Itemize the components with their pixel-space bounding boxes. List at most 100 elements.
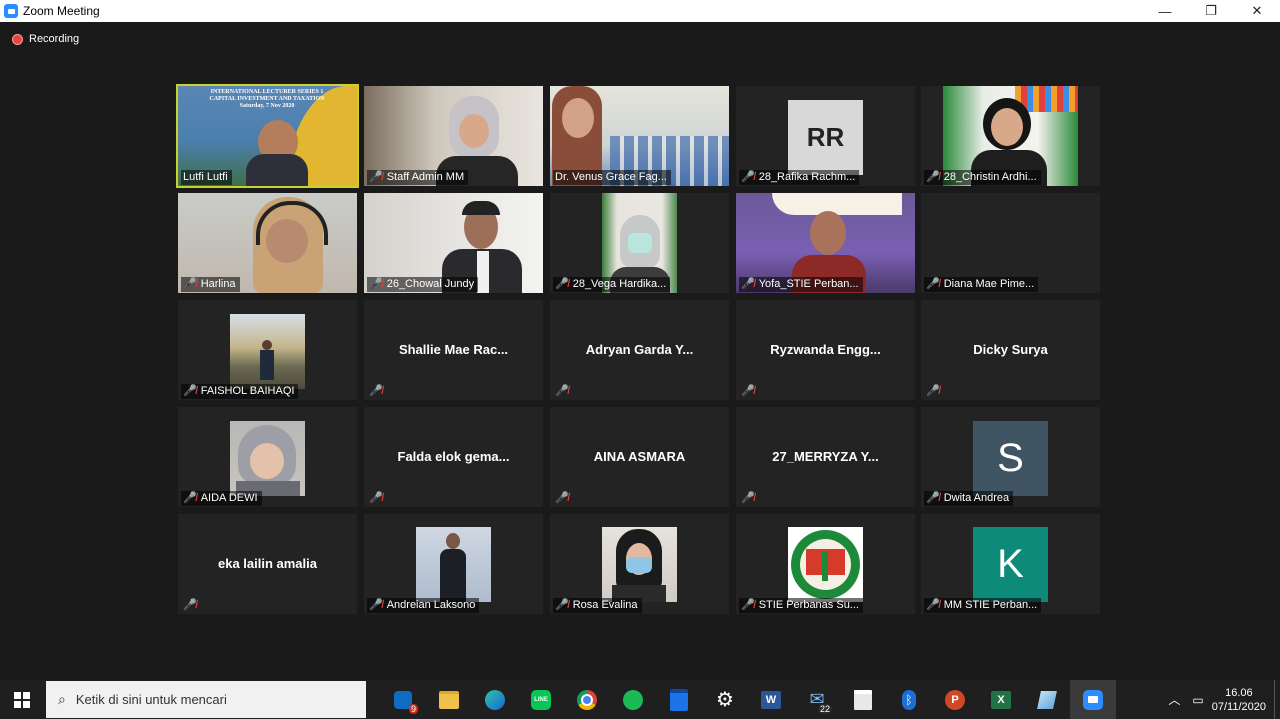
participant-tile[interactable]: Dicky Surya 🎤̸ bbox=[921, 300, 1100, 400]
participant-tile[interactable]: 🎤̸ 28_Christin Ardhi... bbox=[921, 86, 1100, 186]
participant-status: 🎤̸ bbox=[739, 384, 763, 399]
participant-tile[interactable]: 🎤̸ 28_Vega Hardika... bbox=[550, 193, 729, 293]
taskbar-spotify-app[interactable] bbox=[610, 680, 656, 719]
participant-status: 🎤̸ bbox=[553, 384, 577, 399]
clock-date: 07/11/2020 bbox=[1211, 700, 1266, 713]
taskbar-notes-app[interactable] bbox=[1024, 680, 1070, 719]
taskbar-store-app[interactable] bbox=[840, 680, 886, 719]
muted-mic-icon: 🎤̸ bbox=[926, 171, 940, 183]
participant-status: 🎤̸ bbox=[181, 598, 205, 613]
folder-icon bbox=[439, 690, 459, 709]
calendar-icon bbox=[670, 688, 688, 711]
windows-taskbar: ⌕ Ketik di sini untuk mencari 9 LINE ⚙ W… bbox=[0, 680, 1280, 719]
muted-mic-icon: 🎤̸ bbox=[369, 492, 383, 504]
participant-tile[interactable]: RR 🎤̸ 28_Rafika Rachm... bbox=[736, 86, 915, 186]
taskbar-bluetooth[interactable]: ᛒ bbox=[886, 680, 932, 719]
participant-tile[interactable]: Ryzwanda Engg... 🎤̸ bbox=[736, 300, 915, 400]
participant-name: 🎤̸ MM STIE Perban... bbox=[924, 598, 1042, 613]
muted-mic-icon: 🎤̸ bbox=[926, 385, 940, 397]
participant-tile[interactable]: 🎤̸ Diana Mae Pime... bbox=[921, 193, 1100, 293]
gear-icon: ⚙ bbox=[716, 689, 734, 711]
participant-name: 🎤̸ AIDA DEWI bbox=[181, 491, 262, 506]
participant-display-name: Falda elok gema... bbox=[397, 449, 510, 464]
taskbar-clock[interactable]: 16.06 07/11/2020 bbox=[1212, 686, 1266, 714]
taskbar-chrome-browser[interactable] bbox=[564, 680, 610, 719]
participant-tile[interactable]: 🎤̸ Andreian Laksono bbox=[364, 514, 543, 614]
participant-name: 🎤̸ Staff Admin MM bbox=[367, 170, 469, 185]
participant-name: Lutfi Lutfi bbox=[181, 170, 232, 185]
windows-start-button[interactable] bbox=[0, 680, 44, 719]
system-tray: ︿ ▭ 16.06 07/11/2020 bbox=[1168, 680, 1280, 719]
participant-tile[interactable]: Adryan Garda Y... 🎤̸ bbox=[550, 300, 729, 400]
windows-logo-icon bbox=[14, 691, 30, 708]
participant-name: 🎤̸ Yofa_STIE Perban... bbox=[739, 277, 863, 292]
clock-time: 16.06 bbox=[1225, 686, 1253, 699]
banner-line-2: CAPITAL INVESTMENT AND TAXATION bbox=[209, 96, 325, 102]
muted-mic-icon: 🎤̸ bbox=[926, 278, 940, 290]
participant-name: 🎤̸ STIE Perbanas Su... bbox=[739, 598, 863, 613]
participant-photo bbox=[602, 527, 677, 602]
store-icon bbox=[854, 689, 872, 710]
show-desktop-button[interactable] bbox=[1274, 680, 1280, 719]
participant-tile[interactable]: 🎤̸ Staff Admin MM bbox=[364, 86, 543, 186]
participant-name: 🎤̸ 28_Rafika Rachm... bbox=[739, 170, 860, 185]
battery-icon[interactable]: ▭ bbox=[1192, 693, 1203, 707]
muted-mic-icon: 🎤̸ bbox=[555, 385, 569, 397]
participant-tile[interactable]: 🎤̸ AIDA DEWI bbox=[178, 407, 357, 507]
muted-mic-icon: 🎤̸ bbox=[183, 492, 197, 504]
taskbar-zoom-app[interactable] bbox=[1070, 680, 1116, 719]
taskbar-outlook-app[interactable]: 9 bbox=[380, 680, 426, 719]
participant-photo bbox=[230, 314, 305, 389]
taskbar-excel-app[interactable]: X bbox=[978, 680, 1024, 719]
participant-tile[interactable]: 27_MERRYZA Y... 🎤̸ bbox=[736, 407, 915, 507]
participant-tile[interactable]: 🎤̸ Yofa_STIE Perban... bbox=[736, 193, 915, 293]
taskbar-search-box[interactable]: ⌕ Ketik di sini untuk mencari bbox=[46, 681, 366, 718]
taskbar-calendar-app[interactable] bbox=[656, 680, 702, 719]
participant-name: 🎤̸ 26_Chowal Jundy bbox=[367, 277, 479, 292]
muted-mic-icon: 🎤̸ bbox=[741, 385, 755, 397]
participant-tile[interactable]: Falda elok gema... 🎤̸ bbox=[364, 407, 543, 507]
chevron-up-icon[interactable]: ︿ bbox=[1168, 691, 1180, 708]
stie-perbanas-logo-icon bbox=[788, 527, 863, 602]
taskbar-file-explorer[interactable] bbox=[426, 680, 472, 719]
participant-photo bbox=[230, 421, 305, 496]
participant-tile[interactable]: 🎤̸ FAISHOL BAIHAQI bbox=[178, 300, 357, 400]
chrome-icon bbox=[577, 689, 597, 710]
search-placeholder: Ketik di sini untuk mencari bbox=[75, 692, 227, 707]
participant-tile[interactable]: Shallie Mae Rac... 🎤̸ bbox=[364, 300, 543, 400]
taskbar-mail-app[interactable]: ✉ 22 bbox=[794, 680, 840, 719]
taskbar-settings-app[interactable]: ⚙ bbox=[702, 680, 748, 719]
muted-mic-icon: 🎤̸ bbox=[369, 171, 383, 183]
participant-tile[interactable]: AINA ASMARA 🎤̸ bbox=[550, 407, 729, 507]
participant-tile[interactable]: Dr. Venus Grace Fag... bbox=[550, 86, 729, 186]
participant-avatar: S bbox=[973, 421, 1048, 496]
taskbar-word-app[interactable]: W bbox=[748, 680, 794, 719]
muted-mic-icon: 🎤̸ bbox=[183, 599, 197, 611]
taskbar-edge-browser[interactable] bbox=[472, 680, 518, 719]
participant-avatar: K bbox=[973, 527, 1048, 602]
participant-tile[interactable]: 🎤̸ STIE Perbanas Su... bbox=[736, 514, 915, 614]
muted-mic-icon: 🎤̸ bbox=[926, 492, 940, 504]
participant-tile[interactable]: 🎤̸ 26_Chowal Jundy bbox=[364, 193, 543, 293]
participant-tile[interactable]: eka lailin amalia 🎤̸ bbox=[178, 514, 357, 614]
taskbar-powerpoint-app[interactable]: P bbox=[932, 680, 978, 719]
participant-display-name: Adryan Garda Y... bbox=[585, 342, 694, 357]
muted-mic-icon: 🎤̸ bbox=[741, 171, 755, 183]
participant-tile[interactable]: INTERNATIONAL LECTURER SERIES 1 CAPITAL … bbox=[176, 84, 359, 188]
edge-icon bbox=[485, 689, 505, 710]
participant-tile[interactable]: S 🎤̸ Dwita Andrea bbox=[921, 407, 1100, 507]
muted-mic-icon: 🎤̸ bbox=[555, 278, 569, 290]
bluetooth-icon: ᛒ bbox=[902, 689, 916, 710]
participant-status: 🎤̸ bbox=[924, 384, 948, 399]
participant-tile[interactable]: K 🎤̸ MM STIE Perban... bbox=[921, 514, 1100, 614]
participant-tile[interactable]: 🎤̸ Rosa Evalina bbox=[550, 514, 729, 614]
participant-display-name: 27_MERRYZA Y... bbox=[772, 449, 879, 464]
participant-photo bbox=[416, 527, 491, 602]
muted-mic-icon: 🎤̸ bbox=[369, 599, 383, 611]
spotify-icon bbox=[623, 689, 643, 710]
outlook-badge: 9 bbox=[408, 704, 418, 714]
participant-tile[interactable]: 🎤̸ Harlina bbox=[178, 193, 357, 293]
zoom-icon bbox=[1083, 689, 1103, 710]
taskbar-line-app[interactable]: LINE bbox=[518, 680, 564, 719]
participant-name: 🎤̸ Dwita Andrea bbox=[924, 491, 1014, 506]
